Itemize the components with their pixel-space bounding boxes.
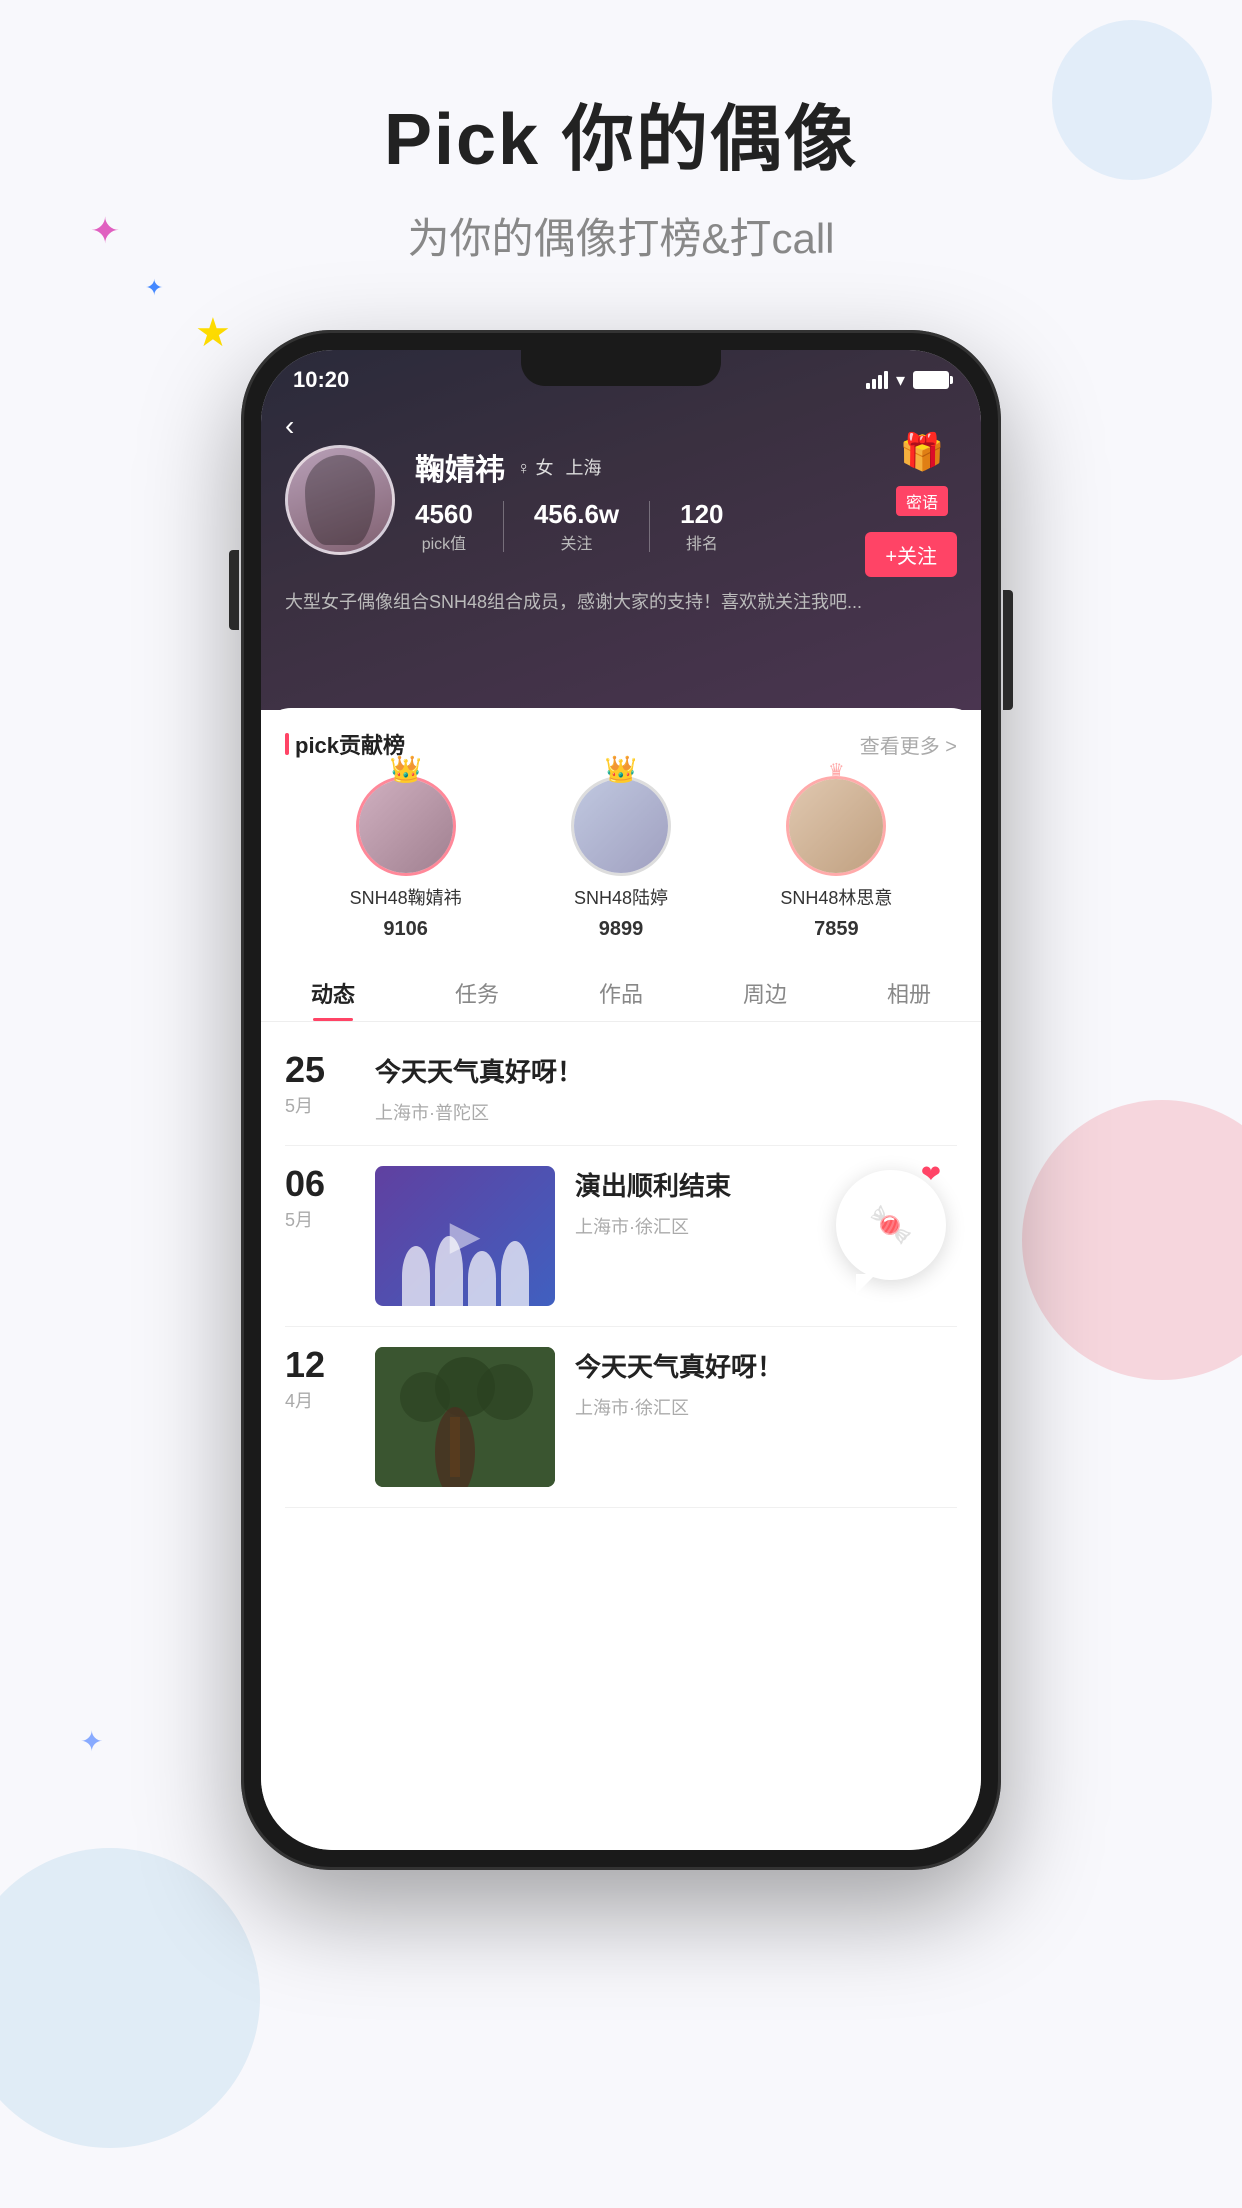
sparkle-pink-icon: ✦ xyxy=(90,210,120,252)
ranking-score-1: 9106 xyxy=(383,918,428,941)
date-month-2: 5月 xyxy=(285,1206,355,1232)
crown-icon-3: ♛ xyxy=(828,760,844,781)
timeline-title-3[interactable]: 今天天气真好呀！ xyxy=(575,1347,957,1384)
ranking-score-2: 9899 xyxy=(599,918,644,941)
gift-label: 密语 xyxy=(896,486,948,516)
rank-label: 排名 xyxy=(680,530,723,554)
sparkle-yellow-icon: ★ xyxy=(195,310,231,356)
profile-top: 鞠婧祎 ♀ 女 上海 4560 pick值 456.6w xyxy=(285,422,957,577)
ranking-list: 👑 SNH48鞠婧祎 9106 👑 xyxy=(285,776,957,941)
status-time: 10:20 xyxy=(293,367,349,393)
sparkle-blue2-icon: ✦ xyxy=(80,1725,103,1758)
timeline-title-1[interactable]: 今天天气真好呀！ xyxy=(375,1052,957,1089)
heart-icon: ❤ xyxy=(921,1160,941,1189)
profile-city: 上海 xyxy=(566,454,602,480)
date-month-1: 5月 xyxy=(285,1092,355,1118)
timeline-body-1: 今天天气真好呀！ 上海市·普陀区 xyxy=(375,1052,957,1125)
timeline-date-2: 06 5月 xyxy=(285,1166,355,1306)
date-day-3: 12 xyxy=(285,1347,355,1383)
follow-button[interactable]: +关注 xyxy=(865,532,957,577)
ranking-avatar-3: ♛ xyxy=(786,776,886,876)
avatar[interactable] xyxy=(285,445,395,555)
candy-icon: 🍬 xyxy=(869,1204,914,1246)
profile-name: 鞠婧祎 xyxy=(415,445,505,489)
stat-pick: 4560 pick值 xyxy=(415,499,473,554)
card-area: pick贡献榜 查看更多 > 👑 xyxy=(261,708,981,1850)
ranking-name-1: SNH48鞠婧祎 xyxy=(350,884,462,910)
crown-icon-2: 👑 xyxy=(605,754,637,785)
battery-icon xyxy=(913,371,949,389)
bg-circle-top-right xyxy=(1052,20,1212,180)
ranking-name-2: SNH48陆婷 xyxy=(574,884,668,910)
wifi-icon: ▾ xyxy=(896,370,905,391)
ranking-avatar-img-3 xyxy=(786,776,886,876)
profile-section: 鞠婧祎 ♀ 女 上海 4560 pick值 456.6w xyxy=(261,402,981,632)
ranking-avatar-img-1 xyxy=(356,776,456,876)
outdoor-image xyxy=(375,1347,555,1487)
profile-bio: 大型女子偶像组合SNH48组合成员，感谢大家的支持！喜欢就关注我吧... xyxy=(285,589,957,616)
ranking-avatar-2: 👑 xyxy=(571,776,671,876)
bg-circle-right xyxy=(1022,1100,1242,1380)
timeline-thumb-2[interactable] xyxy=(375,1166,555,1306)
status-icons: ▾ xyxy=(866,370,949,391)
timeline-date-3: 12 4月 xyxy=(285,1347,355,1487)
pick-label: pick值 xyxy=(415,530,473,554)
ranking-score-3: 7859 xyxy=(814,918,859,941)
timeline-location-3: 上海市·徐汇区 xyxy=(575,1394,957,1420)
profile-right: 🎁 密语 +关注 xyxy=(865,422,957,577)
stat-rank: 120 排名 xyxy=(680,499,723,554)
date-month-3: 4月 xyxy=(285,1387,355,1413)
ranking-item-3[interactable]: ♛ SNH48林思意 7859 xyxy=(780,776,892,941)
pick-value: 4560 xyxy=(415,499,473,530)
tab-works[interactable]: 作品 xyxy=(549,961,693,1021)
ranking-avatar-1: 👑 xyxy=(356,776,456,876)
performers xyxy=(375,1194,555,1306)
timeline-item-3: 12 4月 xyxy=(285,1327,957,1508)
timeline-item-1: 25 5月 今天天气真好呀！ 上海市·普陀区 xyxy=(285,1032,957,1146)
phone-outer: 10:20 ▾ ‹ xyxy=(241,330,1001,1870)
view-more-link[interactable]: 查看更多 > xyxy=(860,730,957,759)
phone-mockup: 10:20 ▾ ‹ xyxy=(241,330,1001,1870)
phone-notch xyxy=(521,350,721,386)
ranking-name-3: SNH48林思意 xyxy=(780,884,892,910)
timeline-body-3: 今天天气真好呀！ 上海市·徐汇区 xyxy=(575,1347,957,1487)
avatar-image xyxy=(288,448,392,552)
gift-icon: 🎁 xyxy=(887,422,957,482)
phone-screen: 10:20 ▾ ‹ xyxy=(261,350,981,1850)
date-day-1: 25 xyxy=(285,1052,355,1088)
ranking-title: pick贡献榜 xyxy=(285,728,405,760)
page-subtitle: 为你的偶像打榜&打call xyxy=(0,205,1242,266)
bg-circle-bottom-left xyxy=(0,1848,260,2148)
timeline-thumb-3[interactable] xyxy=(375,1347,555,1487)
profile-gender: ♀ 女 xyxy=(517,454,554,480)
stat-followers: 456.6w 关注 xyxy=(534,499,619,554)
followers-label: 关注 xyxy=(534,530,619,554)
date-day-2: 06 xyxy=(285,1166,355,1202)
signal-icon xyxy=(866,371,888,389)
timeline-date-1: 25 5月 xyxy=(285,1052,355,1125)
title-bar-icon xyxy=(285,733,289,755)
tab-album[interactable]: 相册 xyxy=(837,961,981,1021)
crown-icon-1: 👑 xyxy=(389,754,421,785)
profile-name-row: 鞠婧祎 ♀ 女 上海 xyxy=(415,445,845,489)
rank-value: 120 xyxy=(680,499,723,530)
pick-ranking-section: pick贡献榜 查看更多 > 👑 xyxy=(261,708,981,951)
ranking-item-2[interactable]: 👑 SNH48陆婷 9899 xyxy=(571,776,671,941)
followers-value: 456.6w xyxy=(534,499,619,530)
timeline-location-1: 上海市·普陀区 xyxy=(375,1099,957,1125)
sparkle-blue-icon: ✦ xyxy=(145,275,163,301)
tab-dynamics[interactable]: 动态 xyxy=(261,961,405,1021)
avatar-silhouette xyxy=(305,455,375,545)
tabs-bar: 动态 任务 作品 周边 相册 xyxy=(261,961,981,1022)
profile-stats: 4560 pick值 456.6w 关注 120 排名 xyxy=(415,499,845,554)
ranking-item-1[interactable]: 👑 SNH48鞠婧祎 9106 xyxy=(350,776,462,941)
tab-merchandise[interactable]: 周边 xyxy=(693,961,837,1021)
performance-image xyxy=(375,1166,555,1306)
gift-button[interactable]: 🎁 密语 xyxy=(887,422,957,516)
chat-bubble[interactable]: ❤ 🍬 xyxy=(836,1170,946,1280)
profile-info: 鞠婧祎 ♀ 女 上海 4560 pick值 456.6w xyxy=(415,445,845,554)
ranking-avatar-img-2 xyxy=(571,776,671,876)
tab-tasks[interactable]: 任务 xyxy=(405,961,549,1021)
